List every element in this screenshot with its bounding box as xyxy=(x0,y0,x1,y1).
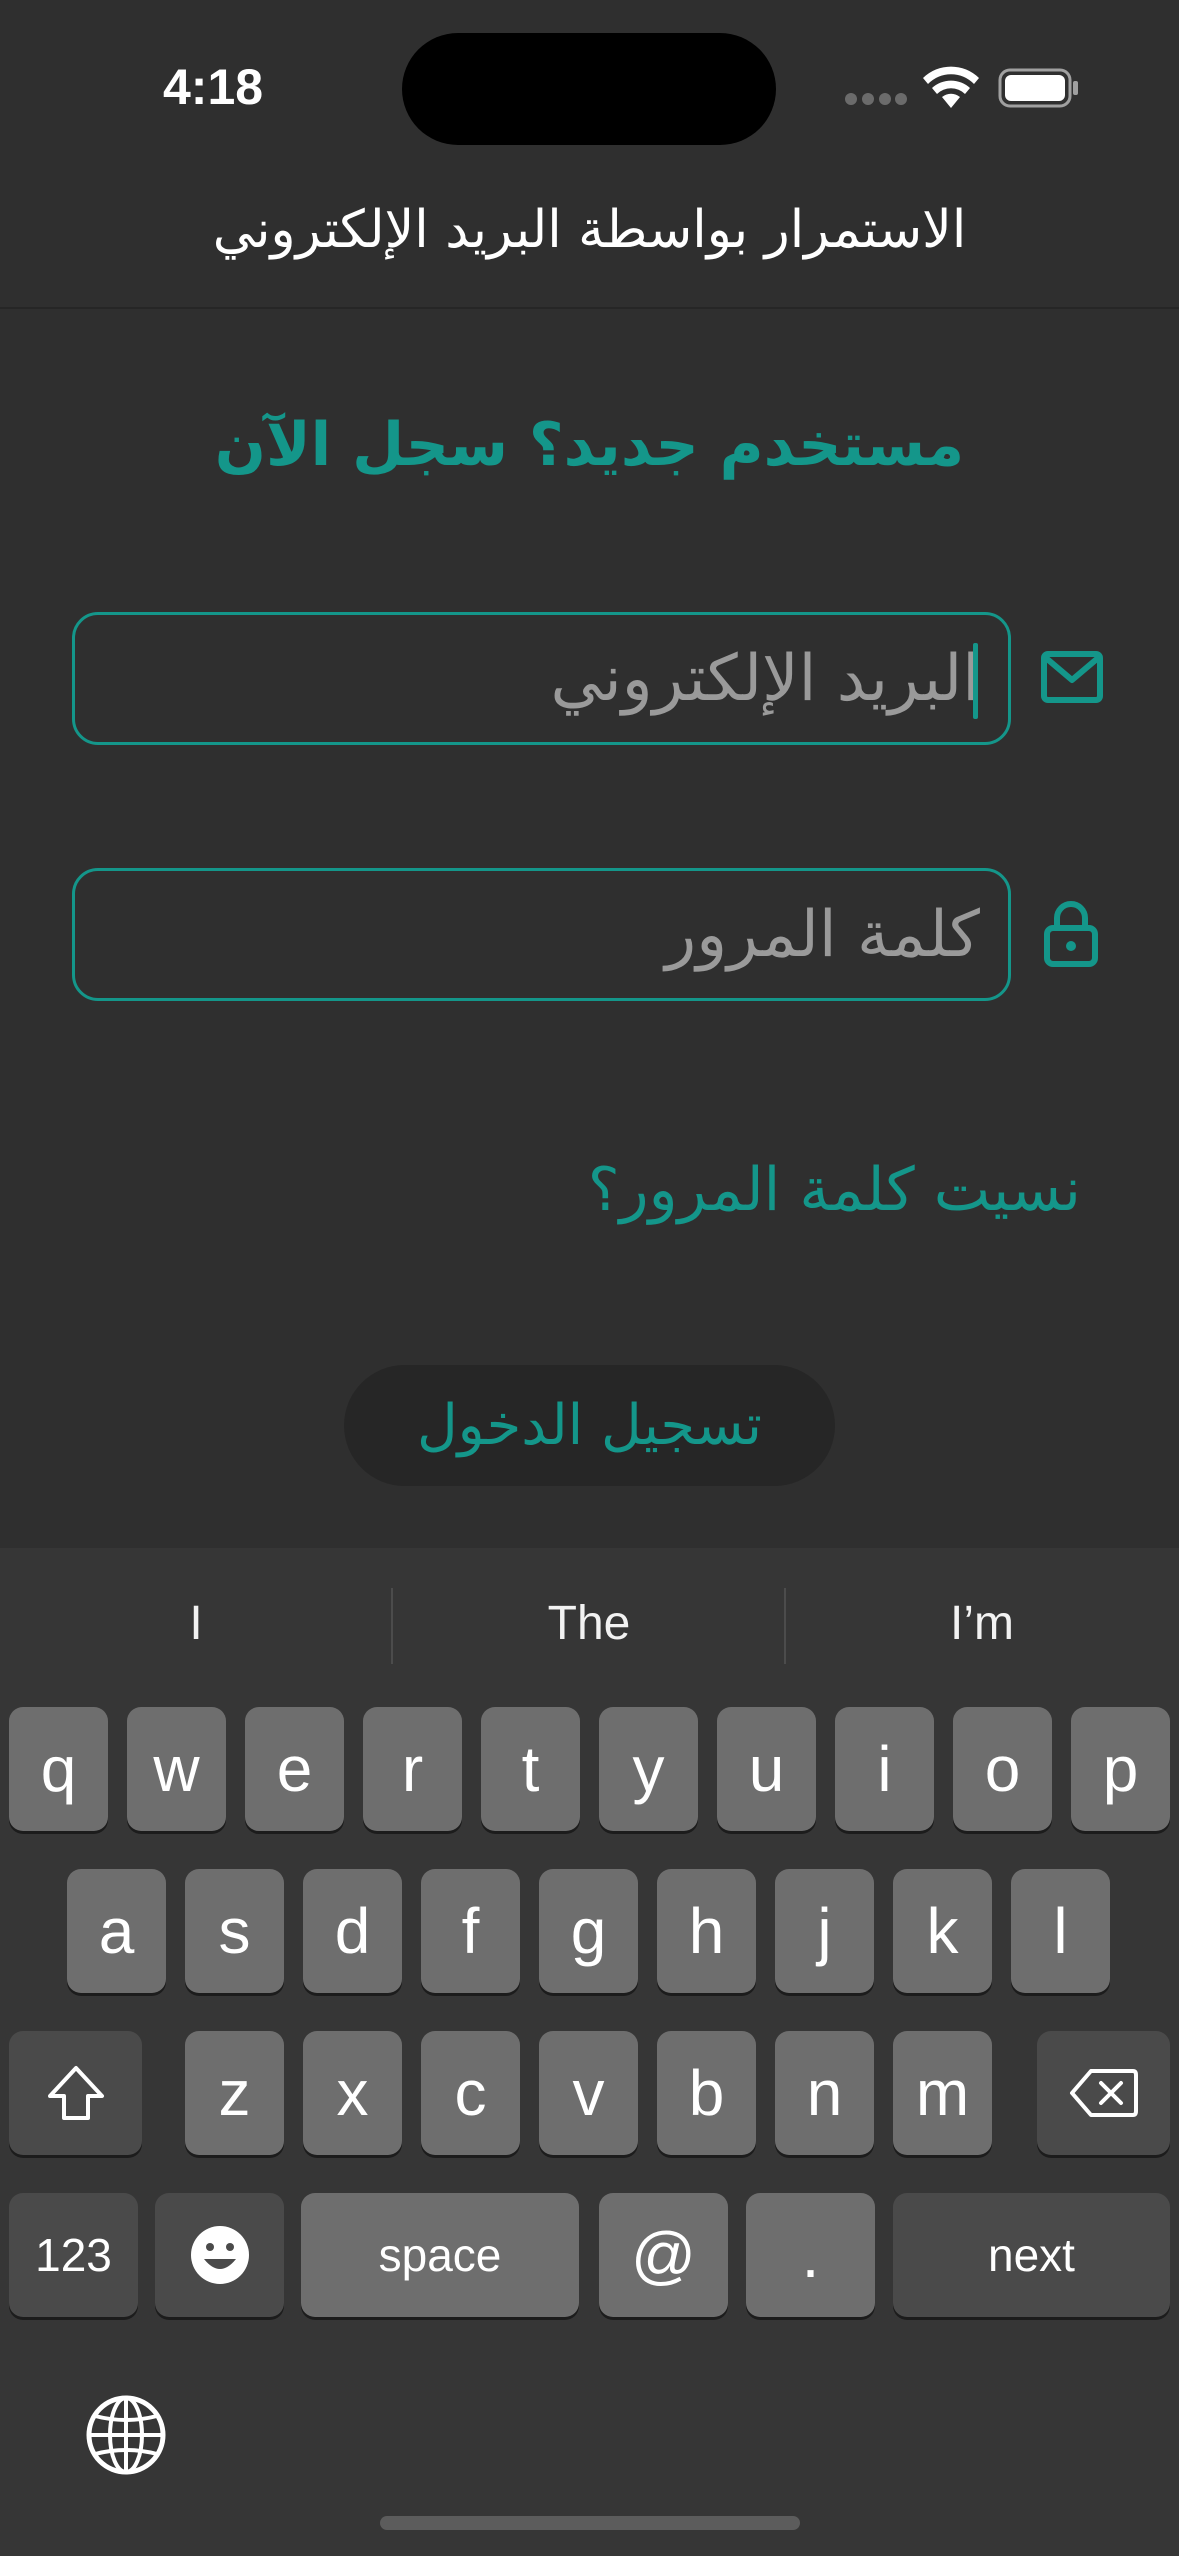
text-caret xyxy=(973,643,978,719)
key-u[interactable]: u xyxy=(717,1707,816,1831)
suggestion-bar: I The I’m xyxy=(0,1548,1179,1703)
lock-icon xyxy=(1044,901,1098,967)
mail-icon xyxy=(1041,651,1103,703)
globe-icon[interactable] xyxy=(85,2394,167,2476)
key-w[interactable]: w xyxy=(127,1707,226,1831)
forgot-password-link[interactable]: نسيت كلمة المرور؟ xyxy=(588,1155,1081,1225)
space-key[interactable]: space xyxy=(301,2193,579,2317)
key-t[interactable]: t xyxy=(481,1707,580,1831)
password-input[interactable] xyxy=(75,871,1008,998)
key-c[interactable]: c xyxy=(421,2031,520,2155)
suggestion-item[interactable]: I’m xyxy=(786,1596,1178,1651)
key-d[interactable]: d xyxy=(303,1869,402,1993)
key-j[interactable]: j xyxy=(775,1869,874,1993)
at-key[interactable]: @ xyxy=(599,2193,728,2317)
shift-key[interactable] xyxy=(9,2031,142,2155)
suggestion-item[interactable]: The xyxy=(393,1596,785,1651)
key-n[interactable]: n xyxy=(775,2031,874,2155)
key-m[interactable]: m xyxy=(893,2031,992,2155)
wifi-icon xyxy=(923,66,979,108)
home-indicator[interactable] xyxy=(380,2516,800,2530)
key-z[interactable]: z xyxy=(185,2031,284,2155)
screen: 4:18 الاستمرار بواسطة البريد الإلكتروني … xyxy=(0,0,1179,2556)
key-v[interactable]: v xyxy=(539,2031,638,2155)
battery-icon xyxy=(998,68,1078,108)
key-h[interactable]: h xyxy=(657,1869,756,1993)
email-field[interactable] xyxy=(72,612,1011,745)
key-p[interactable]: p xyxy=(1071,1707,1170,1831)
email-input[interactable] xyxy=(75,615,1008,742)
emoji-key[interactable] xyxy=(155,2193,284,2317)
key-k[interactable]: k xyxy=(893,1869,992,1993)
nav-divider xyxy=(0,307,1179,309)
key-o[interactable]: o xyxy=(953,1707,1052,1831)
numbers-key[interactable]: 123 xyxy=(9,2193,138,2317)
key-g[interactable]: g xyxy=(539,1869,638,1993)
suggestion-item[interactable]: I xyxy=(0,1596,392,1651)
delete-icon xyxy=(1069,2069,1138,2117)
emoji-icon xyxy=(190,2226,249,2284)
login-button[interactable]: تسجيل الدخول xyxy=(344,1365,835,1486)
period-key[interactable]: . xyxy=(746,2193,875,2317)
key-a[interactable]: a xyxy=(67,1869,166,1993)
password-field[interactable] xyxy=(72,868,1011,1001)
key-s[interactable]: s xyxy=(185,1869,284,1993)
status-time: 4:18 xyxy=(163,59,264,115)
key-y[interactable]: y xyxy=(599,1707,698,1831)
key-q[interactable]: q xyxy=(9,1707,108,1831)
delete-key[interactable] xyxy=(1037,2031,1170,2155)
nav-title: الاستمرار بواسطة البريد الإلكتروني xyxy=(212,200,967,260)
key-r[interactable]: r xyxy=(363,1707,462,1831)
key-x[interactable]: x xyxy=(303,2031,402,2155)
register-link[interactable]: مستخدم جديد؟ سجل الآن xyxy=(0,410,1179,480)
cellular-signal-icon xyxy=(845,93,907,105)
shift-icon xyxy=(47,2066,104,2120)
key-l[interactable]: l xyxy=(1011,1869,1110,1993)
key-i[interactable]: i xyxy=(835,1707,934,1831)
key-f[interactable]: f xyxy=(421,1869,520,1993)
key-e[interactable]: e xyxy=(245,1707,344,1831)
dynamic-island xyxy=(402,33,776,145)
key-b[interactable]: b xyxy=(657,2031,756,2155)
next-key[interactable]: next xyxy=(893,2193,1170,2317)
